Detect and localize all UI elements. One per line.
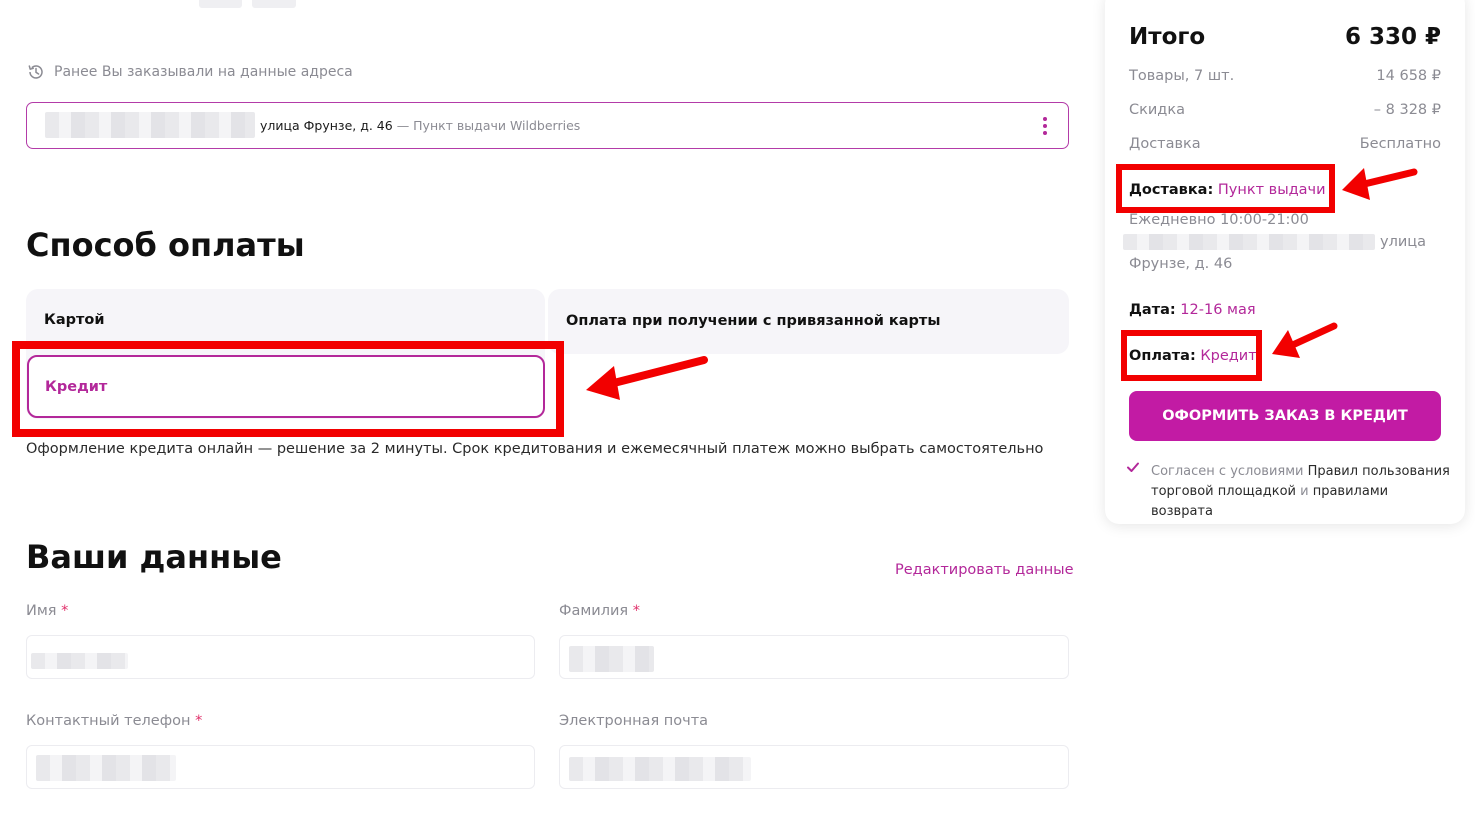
- credit-description: Оформление кредита онлайн — решение за 2…: [26, 441, 1044, 457]
- annotation-box-delivery: [1116, 164, 1335, 213]
- saved-address-text: улица Фрунзе, д. 46 — Пункт выдачи Wildb…: [260, 118, 580, 133]
- last-name-label: Фамилия *: [559, 603, 641, 619]
- history-icon: [28, 65, 43, 79]
- pickup-address-part1: улица: [1380, 234, 1427, 250]
- previous-address-hint: Ранее Вы заказывали на данные адреса: [26, 60, 353, 84]
- checkmark-icon[interactable]: [1126, 460, 1140, 474]
- summary-title: Итого: [1129, 24, 1206, 50]
- edit-data-link[interactable]: Редактировать данные: [895, 562, 1074, 578]
- user-data-heading: Ваши данные: [26, 538, 282, 576]
- red-arrow-icon: [1272, 322, 1338, 358]
- red-arrow-icon: [586, 356, 708, 400]
- summary-goods-value: 14 658 ₽: [1376, 68, 1441, 84]
- kebab-menu-icon[interactable]: [1036, 114, 1054, 138]
- saved-address-street: улица Фрунзе, д. 46: [260, 118, 393, 133]
- place-credit-order-button[interactable]: ОФОРМИТЬ ЗАКАЗ В КРЕДИТ: [1129, 391, 1441, 441]
- redacted-last-name: [569, 646, 654, 672]
- annotation-box-payment: [1121, 330, 1262, 381]
- redacted-address: [45, 112, 255, 138]
- annotation-box-credit: [12, 341, 564, 437]
- summary-discount-label: Скидка: [1129, 102, 1185, 118]
- first-name-label: Имя *: [26, 603, 69, 619]
- redacted-email: [569, 757, 751, 781]
- payment-tab-on-receipt-label: Оплата при получении с привязанной карты: [566, 313, 941, 329]
- phone-label: Контактный телефон *: [26, 713, 203, 729]
- top-chip[interactable]: [199, 0, 242, 8]
- summary-total: 6 330 ₽: [1344, 24, 1441, 50]
- email-label: Электронная почта: [559, 713, 709, 729]
- redacted-first-name: [31, 653, 128, 669]
- payment-heading: Способ оплаты: [26, 226, 305, 264]
- red-arrow-icon: [1342, 168, 1418, 200]
- summary-goods-label: Товары, 7 шт.: [1129, 68, 1235, 84]
- top-chip[interactable]: [252, 0, 296, 8]
- summary-date: Дата: 12-16 мая: [1129, 302, 1256, 318]
- summary-delivery-value: Бесплатно: [1359, 136, 1441, 152]
- pickup-address-part2: Фрунзе, д. 46: [1129, 256, 1233, 272]
- pickup-schedule: Ежедневно 10:00-21:00: [1129, 212, 1309, 228]
- summary-discount-value: – 8 328 ₽: [1373, 102, 1441, 118]
- redacted-pickup-address: [1123, 234, 1375, 250]
- payment-tab-card-label: Картой: [44, 312, 105, 328]
- previous-address-hint-text: Ранее Вы заказывали на данные адреса: [54, 64, 353, 80]
- redacted-phone: [36, 755, 176, 781]
- summary-delivery-label: Доставка: [1129, 136, 1201, 152]
- saved-address-pickup-type: — Пункт выдачи Wildberries: [396, 118, 581, 133]
- terms-agreement-text: Согласен с условиями Правил пользования …: [1151, 464, 1450, 519]
